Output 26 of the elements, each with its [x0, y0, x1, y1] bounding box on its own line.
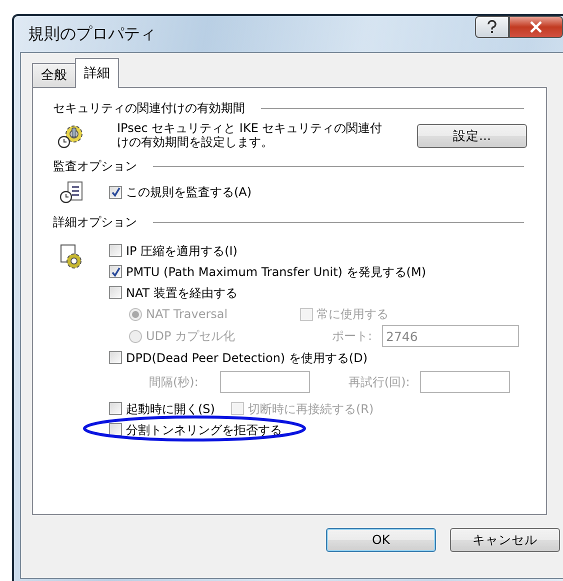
audit-list-icon: [59, 180, 85, 204]
tab[interactable]: 全般: [32, 62, 76, 87]
checkbox-option[interactable]: 起動時に開く(S): [109, 400, 215, 418]
field-label: 再試行(回):: [348, 374, 410, 391]
checkbox-option[interactable]: IP 圧縮を適用する(I): [109, 242, 238, 260]
check-icon: [110, 187, 120, 197]
field-label: ポート:: [332, 328, 372, 345]
settings-button[interactable]: 設定...: [417, 124, 527, 148]
dialog-button[interactable]: OK: [326, 528, 436, 552]
section-heading: 監査オプション: [53, 158, 137, 175]
close-icon: [529, 21, 543, 33]
section-heading: 詳細オプション: [53, 214, 137, 231]
description-text: IPsec セキュリティと IKE セキュリティの関連付けの有効期間を設定します。: [117, 122, 384, 150]
tab[interactable]: 詳細: [75, 58, 119, 88]
help-icon: [486, 20, 498, 34]
checkbox-option[interactable]: DPD(Dead Peer Detection) を使用する(D): [109, 348, 368, 366]
audit-checkbox[interactable]: この規則を監査する(A): [109, 183, 252, 201]
close-button[interactable]: [509, 16, 563, 38]
checkbox-option[interactable]: NAT 装置を経由する: [109, 284, 238, 302]
dialog-button[interactable]: キャンセル: [450, 528, 560, 552]
help-button[interactable]: [475, 16, 509, 38]
window-title: 規則のプロパティ: [27, 23, 156, 45]
section-heading: セキュリティの関連付けの有効期間: [53, 100, 245, 117]
check-icon: [110, 266, 120, 276]
checkbox-option[interactable]: PMTU (Path Maximum Transfer Unit) を発見する(M): [109, 262, 426, 280]
field-label: 間隔(秒):: [149, 374, 198, 391]
